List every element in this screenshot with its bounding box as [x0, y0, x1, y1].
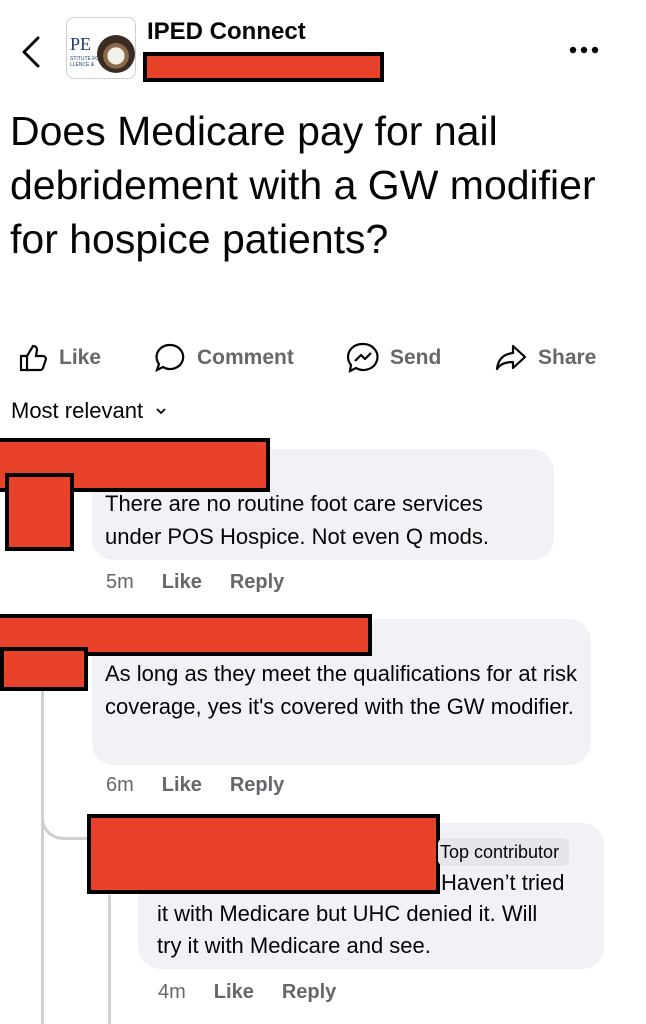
like-button[interactable]: Like [17, 338, 101, 378]
top-contributor-label: Top contributor [440, 842, 560, 862]
like-label: Like [59, 346, 102, 369]
sort-label: Most relevant [11, 398, 144, 423]
thread-line [108, 895, 111, 1024]
post-title: Does Medicare pay for nail debridement w… [10, 108, 596, 262]
more-dots-icon [569, 46, 599, 54]
comment-bubble-icon [155, 343, 185, 373]
reply-text-line1: Haven’t tried [441, 870, 565, 895]
messenger-icon [346, 342, 379, 373]
redacted-replier-name [87, 814, 440, 894]
thread-line [41, 691, 44, 1024]
share-arrow-icon [495, 344, 527, 371]
comment-meta: 6m Like Reply [106, 774, 284, 797]
thread-curve [41, 780, 91, 840]
send-label: Send [390, 346, 442, 369]
reply-reply-button[interactable]: Reply [282, 981, 336, 1004]
chevron-down-icon [156, 408, 166, 415]
sort-dropdown[interactable]: Most relevant [11, 398, 167, 424]
group-avatar[interactable]: PE STITUTE FO LLENCE & [66, 17, 136, 79]
back-button[interactable] [14, 34, 48, 70]
reply-text: it with Medicare but UHC denied it. Will… [157, 901, 538, 958]
comment-label: Comment [197, 346, 294, 369]
comment-meta: 5m Like Reply [106, 571, 284, 594]
comment-button[interactable]: Comment [153, 338, 294, 378]
comment-like-button[interactable]: Like [162, 571, 202, 594]
comment-time: 5m [106, 571, 134, 593]
share-label: Share [538, 346, 597, 369]
comment-reply-button[interactable]: Reply [230, 571, 284, 594]
more-options-button[interactable] [565, 40, 605, 60]
comment-text: As long as they meet the qualifications … [105, 661, 578, 719]
comment-text: There are no routine foot care services … [105, 491, 489, 549]
comment-reply-button[interactable]: Reply [230, 774, 284, 797]
group-name[interactable]: IPED Connect [147, 18, 306, 46]
reply-time: 4m [158, 981, 186, 1003]
share-button[interactable]: Share [494, 338, 596, 378]
group-logo-subtext: STITUTE FO LLENCE & [70, 56, 100, 68]
chevron-left-icon [22, 36, 40, 68]
comment-time: 6m [106, 774, 134, 796]
dog-photo [97, 35, 135, 73]
reply-meta: 4m Like Reply [158, 981, 336, 1004]
comment-like-button[interactable]: Like [162, 774, 202, 797]
redacted-commenter-avatar [5, 473, 74, 551]
reply-like-button[interactable]: Like [214, 981, 254, 1004]
group-logo-text: PE [70, 34, 92, 54]
thumbs-up-icon [19, 344, 48, 372]
redacted-commenter-avatar [0, 647, 88, 691]
top-contributor-badge: Top contributor [438, 838, 570, 866]
send-button[interactable]: Send [346, 338, 441, 378]
redacted-author [143, 52, 384, 82]
